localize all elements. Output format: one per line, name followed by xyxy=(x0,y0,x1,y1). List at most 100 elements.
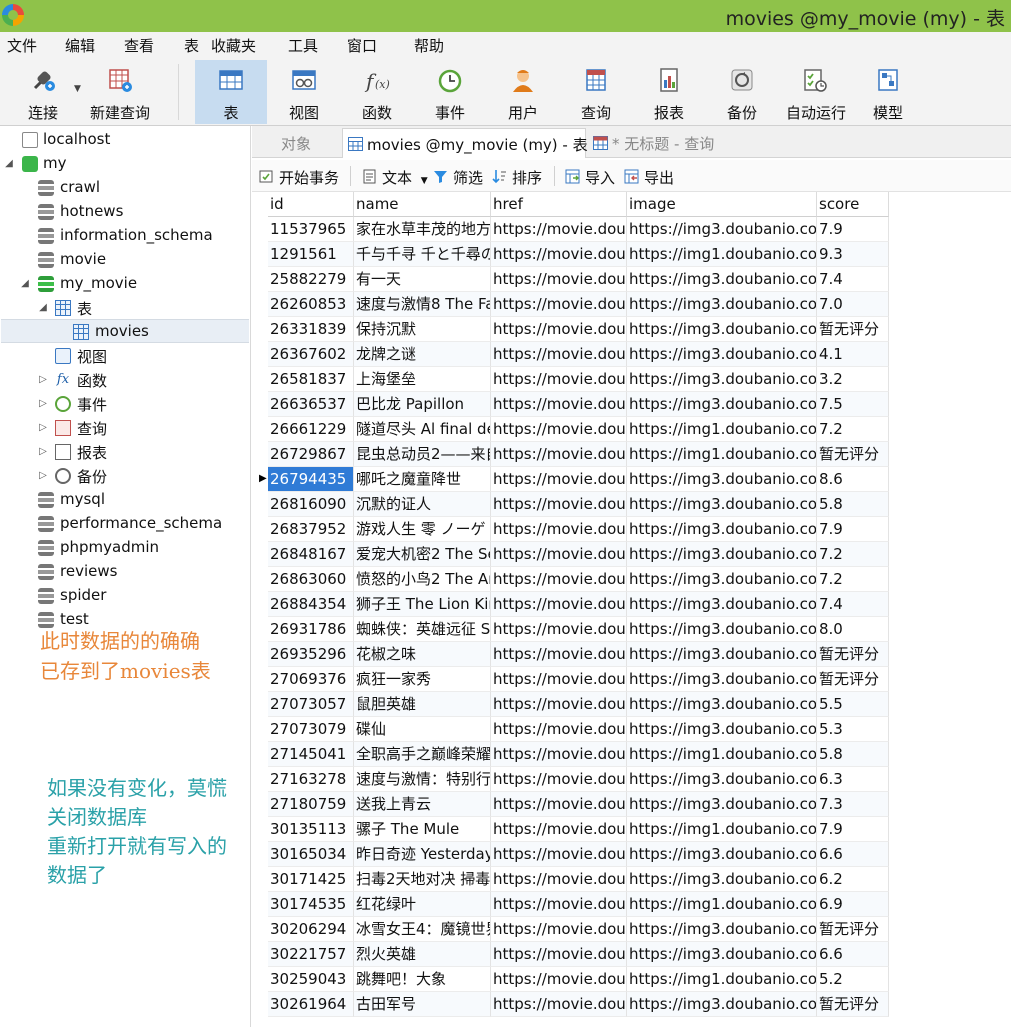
cell-href[interactable]: https://movie.dou xyxy=(491,267,627,292)
cell-score[interactable]: 8.0 xyxy=(817,617,889,642)
table-row[interactable]: 27145041全职高手之巅峰荣耀https://movie.douhttps:… xyxy=(268,742,889,767)
tree-node-localhost[interactable]: localhost xyxy=(0,128,250,152)
cell-score[interactable]: 6.3 xyxy=(817,767,889,792)
cell-score[interactable]: 6.2 xyxy=(817,867,889,892)
cell-id[interactable]: 27073079 xyxy=(268,717,354,742)
cell-href[interactable]: https://movie.dou xyxy=(491,642,627,667)
cell-id[interactable]: 26848167 xyxy=(268,542,354,567)
cell-score[interactable]: 6.6 xyxy=(817,942,889,967)
cell-href[interactable]: https://movie.dou xyxy=(491,242,627,267)
cell-name[interactable]: 有一天 xyxy=(354,267,491,292)
table-row[interactable]: 26661229隧道尽头 Al final dehttps://movie.do… xyxy=(268,417,889,442)
tab-movies-table[interactable]: movies @my_movie (my) - 表 xyxy=(342,128,586,158)
cell-image[interactable]: https://img3.doubanio.co xyxy=(627,317,817,342)
cell-name[interactable]: 家在水草丰茂的地方 xyxy=(354,217,491,242)
cell-image[interactable]: https://img3.doubanio.co xyxy=(627,467,817,492)
connect-dropdown-icon[interactable]: ▼ xyxy=(74,84,81,94)
cell-image[interactable]: https://img3.doubanio.co xyxy=(627,842,817,867)
cell-id[interactable]: 26260853 xyxy=(268,292,354,317)
table-row[interactable]: 30259043跳舞吧！大象https://movie.douhttps://i… xyxy=(268,967,889,992)
cell-href[interactable]: https://movie.dou xyxy=(491,442,627,467)
cell-score[interactable]: 5.5 xyxy=(817,692,889,717)
cell-id[interactable]: 30259043 xyxy=(268,967,354,992)
tree-node-my[interactable]: ◢ my xyxy=(0,152,250,176)
cell-id[interactable]: 27073057 xyxy=(268,692,354,717)
collapsed-arrow-icon[interactable]: ▷ xyxy=(38,446,48,457)
table-row[interactable]: 30261964古田军号https://movie.douhttps://img… xyxy=(268,992,889,1017)
cell-href[interactable]: https://movie.dou xyxy=(491,367,627,392)
expanded-arrow-icon[interactable]: ◢ xyxy=(4,158,14,169)
table-row[interactable]: 26816090沉默的证人https://movie.douhttps://im… xyxy=(268,492,889,517)
cell-score[interactable]: 7.5 xyxy=(817,392,889,417)
cell-name[interactable]: 花椒之味 xyxy=(354,642,491,667)
cell-image[interactable]: https://img3.doubanio.co xyxy=(627,917,817,942)
cell-image[interactable]: https://img3.doubanio.co xyxy=(627,792,817,817)
table-row[interactable]: 26729867昆虫总动员2——来自https://movie.douhttps… xyxy=(268,442,889,467)
cell-href[interactable]: https://movie.dou xyxy=(491,717,627,742)
cell-image[interactable]: https://img3.doubanio.co xyxy=(627,217,817,242)
cell-score[interactable]: 7.2 xyxy=(817,417,889,442)
cell-image[interactable]: https://img3.doubanio.co xyxy=(627,642,817,667)
cell-image[interactable]: https://img3.doubanio.co xyxy=(627,867,817,892)
cell-image[interactable]: https://img3.doubanio.co xyxy=(627,542,817,567)
cell-href[interactable]: https://movie.dou xyxy=(491,942,627,967)
tree-node-movies[interactable]: movies xyxy=(1,319,249,343)
cell-score[interactable]: 暂无评分 xyxy=(817,642,889,667)
cell-id[interactable]: 30174535 xyxy=(268,892,354,917)
cell-image[interactable]: https://img1.doubanio.co xyxy=(627,967,817,992)
cell-href[interactable]: https://movie.dou xyxy=(491,867,627,892)
new-query-button[interactable]: 新建查询 xyxy=(84,60,156,124)
cell-image[interactable]: https://img3.doubanio.co xyxy=(627,717,817,742)
cell-href[interactable]: https://movie.dou xyxy=(491,592,627,617)
menu-view[interactable]: 查看 xyxy=(124,35,154,56)
cell-name[interactable]: 古田军号 xyxy=(354,992,491,1017)
cell-id[interactable]: 30165034 xyxy=(268,842,354,867)
tab-objects[interactable]: 对象 xyxy=(252,128,340,158)
table-row[interactable]: 27069376疯狂一家秀https://movie.douhttps://im… xyxy=(268,667,889,692)
cell-name[interactable]: 疯狂一家秀 xyxy=(354,667,491,692)
cell-id[interactable]: 25882279 xyxy=(268,267,354,292)
cell-id[interactable]: 26884354 xyxy=(268,592,354,617)
cell-name[interactable]: 烈火英雄 xyxy=(354,942,491,967)
table-row[interactable]: 26260853速度与激情8 The Fahttps://movie.douht… xyxy=(268,292,889,317)
cell-id[interactable]: 26729867 xyxy=(268,442,354,467)
cell-image[interactable]: https://img1.doubanio.co xyxy=(627,242,817,267)
user-button[interactable]: 用户 xyxy=(487,60,559,124)
cell-href[interactable]: https://movie.dou xyxy=(491,892,627,917)
table-row[interactable]: 27073057鼠胆英雄https://movie.douhttps://img… xyxy=(268,692,889,717)
cell-score[interactable]: 5.8 xyxy=(817,492,889,517)
cell-image[interactable]: https://img3.doubanio.co xyxy=(627,367,817,392)
cell-id[interactable]: 26816090 xyxy=(268,492,354,517)
cell-id[interactable]: 26931786 xyxy=(268,617,354,642)
table-row[interactable]: 26581837上海堡垒https://movie.douhttps://img… xyxy=(268,367,889,392)
cell-name[interactable]: 红花绿叶 xyxy=(354,892,491,917)
event-button[interactable]: 事件 xyxy=(414,60,486,124)
cell-name[interactable]: 蜘蛛侠：英雄远征 S xyxy=(354,617,491,642)
cell-score[interactable]: 暂无评分 xyxy=(817,317,889,342)
cell-image[interactable]: https://img3.doubanio.co xyxy=(627,517,817,542)
cell-score[interactable]: 暂无评分 xyxy=(817,917,889,942)
cell-href[interactable]: https://movie.dou xyxy=(491,467,627,492)
model-button[interactable]: 模型 xyxy=(852,60,924,124)
cell-id[interactable]: 30171425 xyxy=(268,867,354,892)
column-header-name[interactable]: name xyxy=(354,192,491,217)
cell-score[interactable]: 3.2 xyxy=(817,367,889,392)
collapsed-arrow-icon[interactable]: ▷ xyxy=(38,422,48,433)
cell-image[interactable]: https://img3.doubanio.co xyxy=(627,617,817,642)
cell-score[interactable]: 7.9 xyxy=(817,217,889,242)
cell-id[interactable]: 27180759 xyxy=(268,792,354,817)
menu-favorites[interactable]: 收藏夹 xyxy=(211,35,256,56)
cell-name[interactable]: 速度与激情：特别行 xyxy=(354,767,491,792)
table-row[interactable]: 26794435哪吒之魔童降世https://movie.douhttps://… xyxy=(268,467,889,492)
import-button[interactable]: 导入 xyxy=(565,167,615,188)
cell-score[interactable]: 7.4 xyxy=(817,592,889,617)
tree-node-crawl[interactable]: crawl xyxy=(0,176,250,200)
cell-name[interactable]: 保持沉默 xyxy=(354,317,491,342)
cell-image[interactable]: https://img3.doubanio.co xyxy=(627,592,817,617)
table-row[interactable]: 27073079碟仙https://movie.douhttps://img3.… xyxy=(268,717,889,742)
query-button[interactable]: 查询 xyxy=(560,60,632,124)
cell-name[interactable]: 哪吒之魔童降世 xyxy=(354,467,491,492)
connect-button[interactable]: 连接 xyxy=(7,60,79,124)
cell-name[interactable]: 速度与激情8 The Fa xyxy=(354,292,491,317)
tree-node-functions[interactable]: ▷ fx 函数 xyxy=(0,368,250,392)
